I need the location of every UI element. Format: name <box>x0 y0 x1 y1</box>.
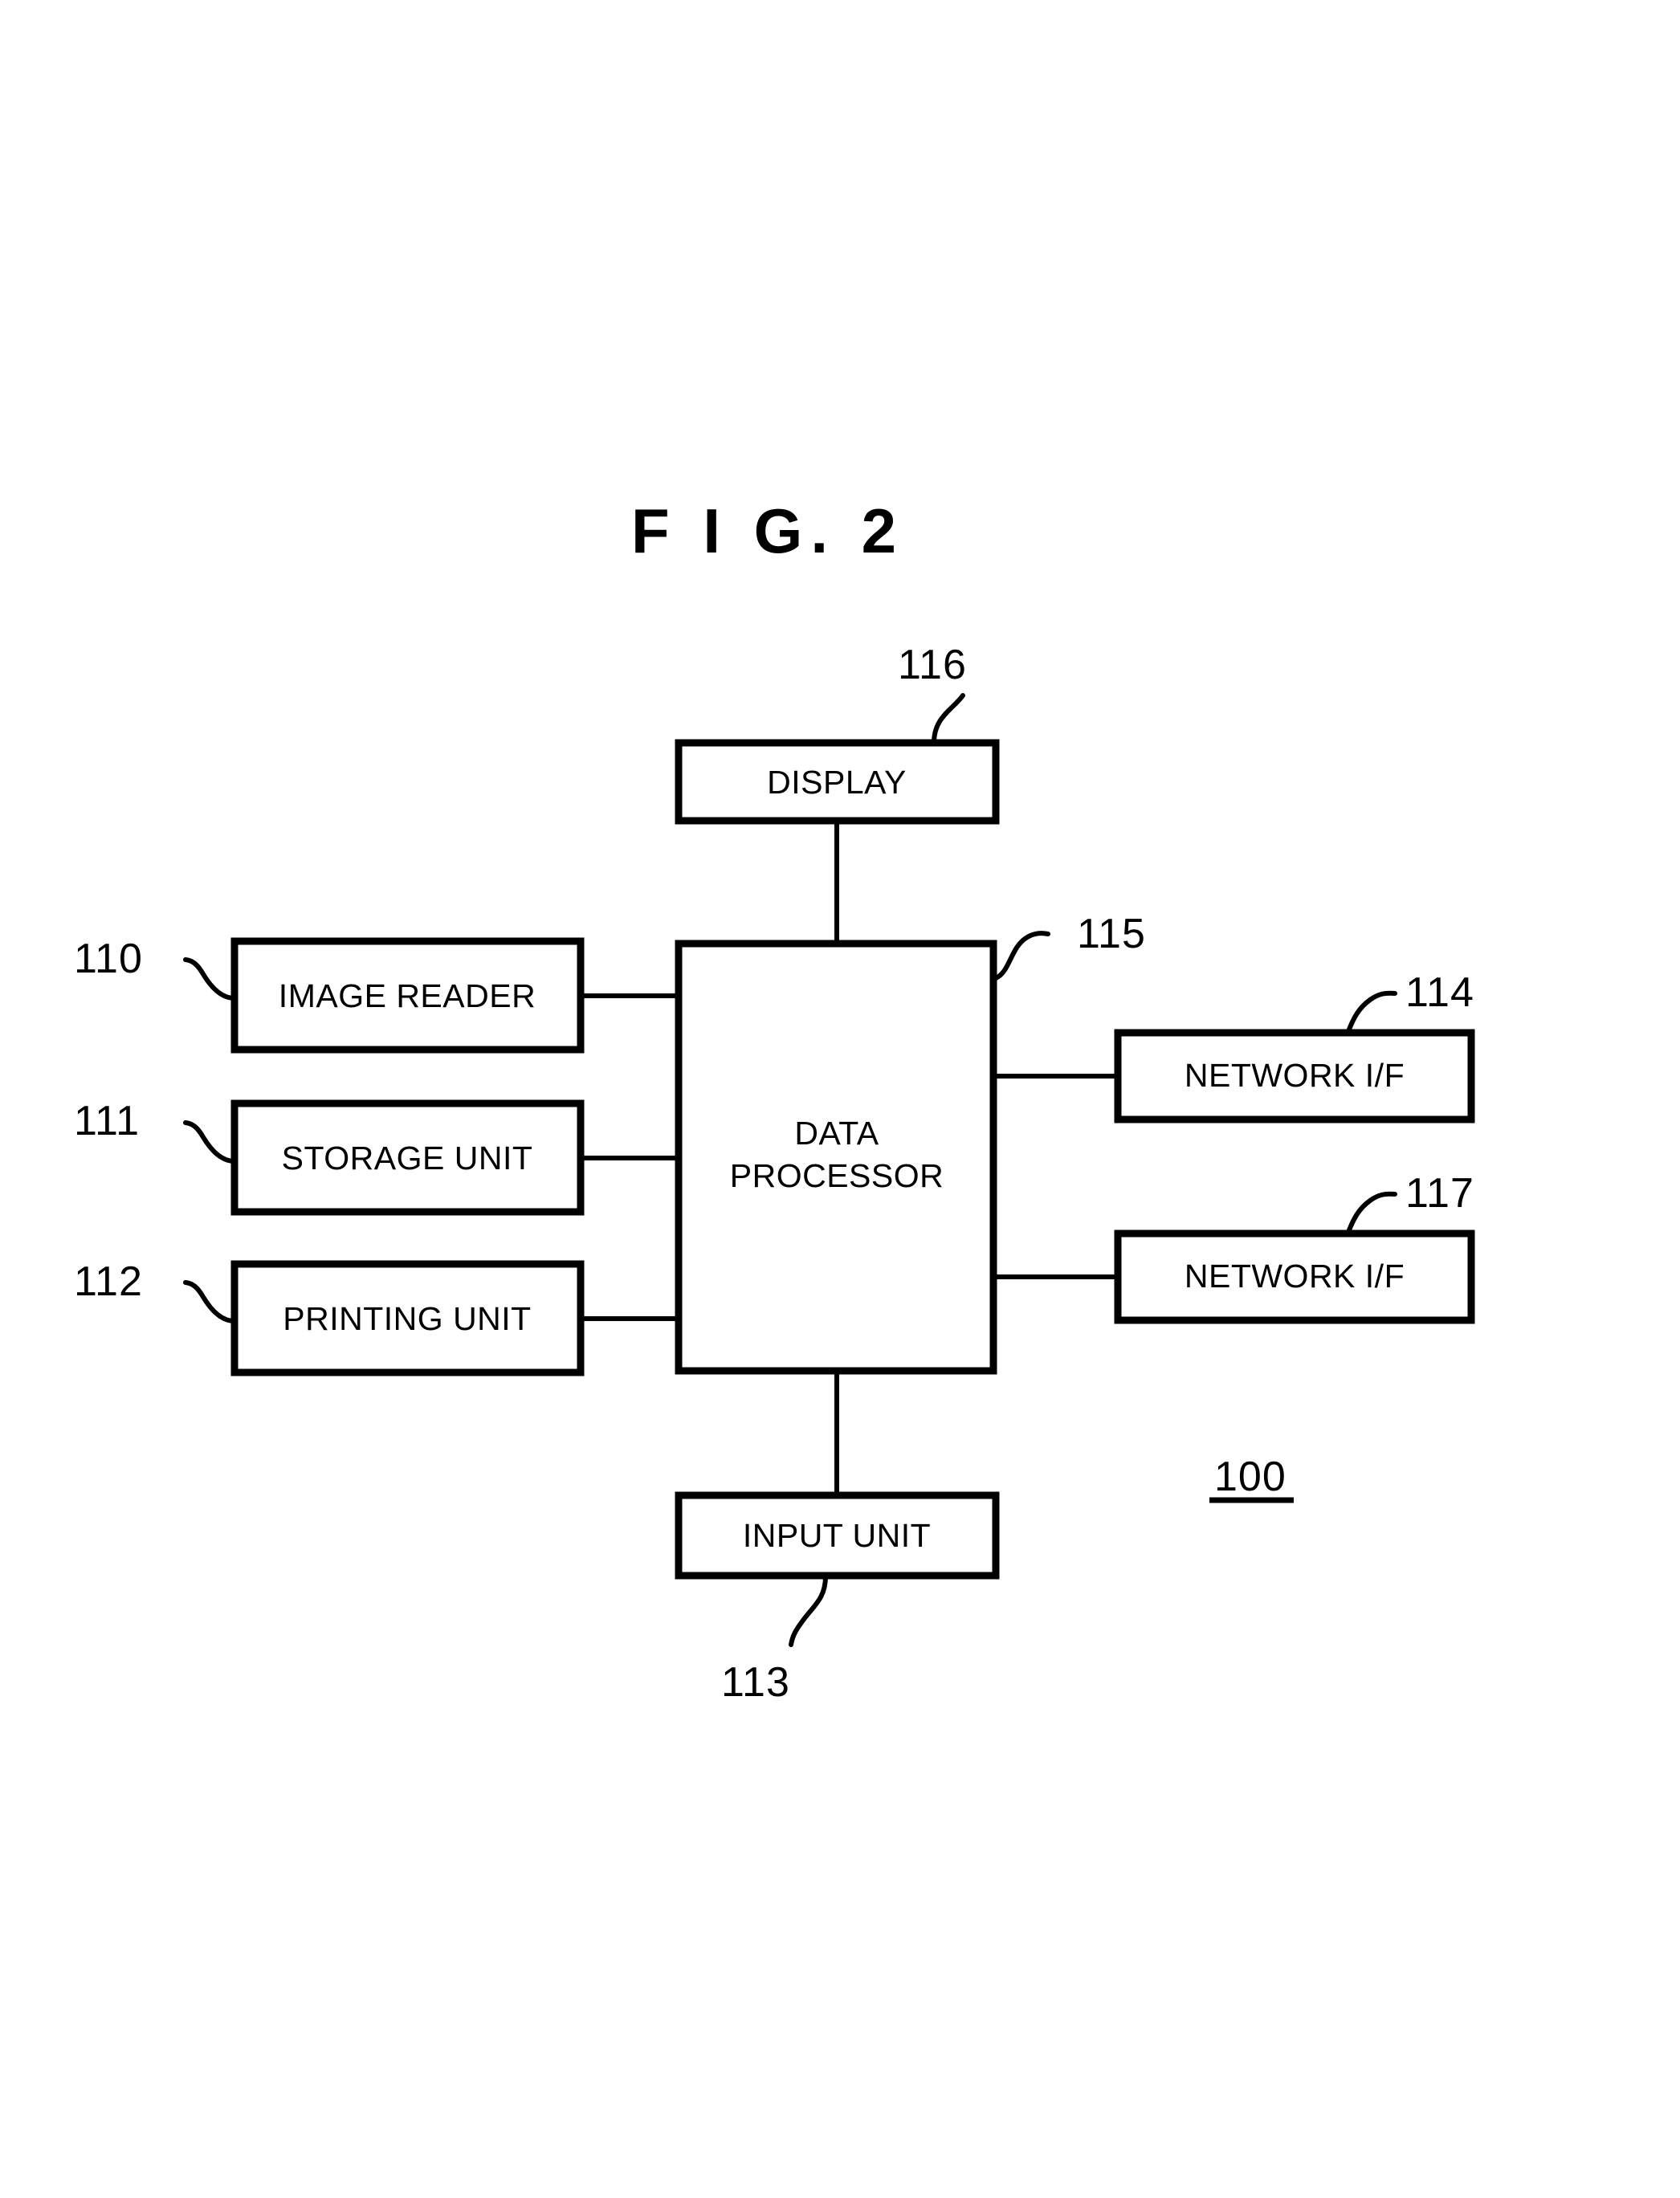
ref-number-111: 111 <box>74 1098 140 1144</box>
figure-title: F I G. 2 <box>631 495 904 566</box>
block-display[interactable]: DISPLAY <box>675 739 1000 825</box>
block-network-if-top[interactable]: NETWORK I/F <box>1114 1029 1475 1123</box>
block-diagram: F I G. 2 DISPLAY 116 IMAGE READER 110 ST… <box>74 495 1475 1706</box>
block-network-if-bottom[interactable]: NETWORK I/F <box>1114 1229 1475 1324</box>
display-label: DISPLAY <box>767 764 907 801</box>
network-if-top-label: NETWORK I/F <box>1185 1057 1405 1094</box>
ref-number-115: 115 <box>1077 911 1146 957</box>
ref-number-116: 116 <box>898 642 967 688</box>
printing-unit-label: PRINTING UNIT <box>283 1300 531 1337</box>
leader-line-113 <box>789 1574 828 1647</box>
leader-line-116 <box>932 693 965 745</box>
block-input-unit[interactable]: INPUT UNIT <box>675 1491 1000 1580</box>
block-data-processor[interactable]: DATA PROCESSOR <box>675 940 997 1375</box>
ref-number-113: 113 <box>721 1659 790 1706</box>
leader-line-112 <box>183 1280 237 1323</box>
block-printing-unit[interactable]: PRINTING UNIT <box>230 1260 585 1376</box>
input-unit-label: INPUT UNIT <box>743 1517 931 1554</box>
system-ref-number-100: 100 <box>1214 1454 1287 1500</box>
block-storage-unit[interactable]: STORAGE UNIT <box>230 1099 585 1216</box>
leader-line-111 <box>183 1120 237 1164</box>
patent-figure-2: F I G. 2 DISPLAY 116 IMAGE READER 110 ST… <box>0 0 1680 2198</box>
ref-number-110: 110 <box>74 936 143 982</box>
leader-line-115 <box>993 931 1050 981</box>
leader-line-110 <box>183 957 237 1001</box>
image-reader-label: IMAGE READER <box>279 977 536 1014</box>
ref-number-112: 112 <box>74 1258 143 1305</box>
ref-number-117: 117 <box>1405 1170 1474 1217</box>
leader-line-114 <box>1345 990 1397 1036</box>
ref-number-114: 114 <box>1405 969 1474 1016</box>
data-processor-label-line1: DATA <box>794 1115 879 1152</box>
network-if-bottom-label: NETWORK I/F <box>1185 1258 1405 1295</box>
leader-line-117 <box>1345 1191 1397 1237</box>
storage-unit-label: STORAGE UNIT <box>282 1140 533 1176</box>
data-processor-label-line2: PROCESSOR <box>730 1157 944 1194</box>
block-image-reader[interactable]: IMAGE READER <box>230 937 585 1054</box>
